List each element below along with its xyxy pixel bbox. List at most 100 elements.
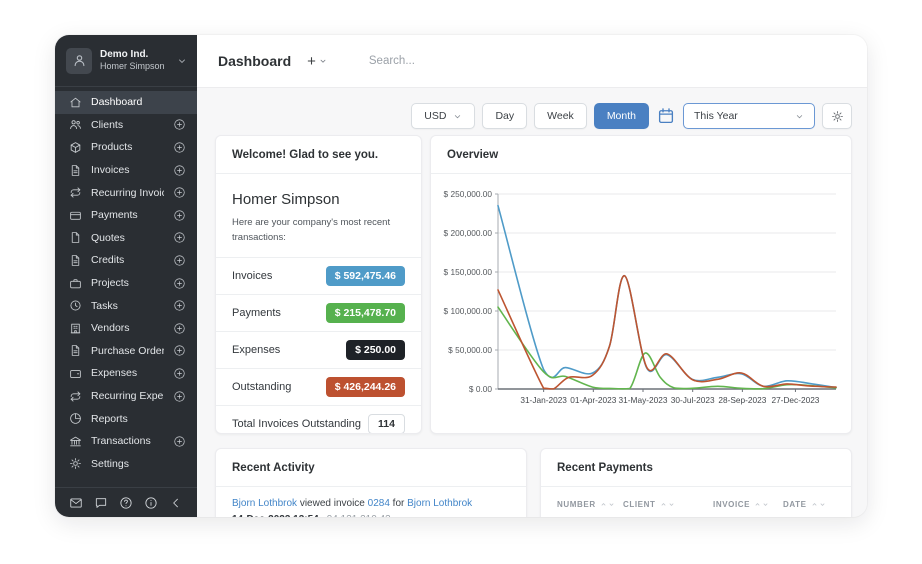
date-range-select[interactable]: This Year (683, 103, 815, 129)
date-range-value: This Year (694, 110, 738, 122)
plus-circle-icon[interactable] (173, 435, 186, 448)
currency-select[interactable]: USD (411, 103, 475, 129)
sidebar-item-label: Recurring Invoices (91, 187, 164, 199)
period-month-button[interactable]: Month (594, 103, 649, 129)
sidebar-item-products[interactable]: Products (55, 136, 197, 159)
metric-value-badge: $ 215,478.70 (326, 303, 405, 323)
total-invoices-outstanding-label: Total Invoices Outstanding (232, 418, 361, 430)
sidebar-item-clients[interactable]: Clients (55, 114, 197, 137)
plus-circle-icon[interactable] (173, 118, 186, 131)
calendar-icon[interactable] (656, 107, 676, 125)
outstanding-metric-row: Outstanding $ 426,244.26 (216, 368, 421, 405)
sidebar-item-invoices[interactable]: Invoices (55, 159, 197, 182)
info-icon[interactable] (144, 496, 158, 510)
chevron-down-icon (177, 56, 187, 66)
sidebar-item-dashboard[interactable]: Dashboard (55, 91, 197, 114)
sort-icons[interactable] (600, 501, 615, 508)
collapse-sidebar-icon[interactable] (169, 496, 183, 510)
overview-chart: $ 250,000.00$ 200,000.00$ 150,000.00$ 10… (431, 174, 851, 422)
plus-circle-icon[interactable] (173, 277, 186, 290)
chat-icon[interactable] (94, 496, 108, 510)
sort-icons[interactable] (660, 501, 675, 508)
sidebar-item-label: Tasks (91, 300, 164, 312)
metric-label: Outstanding (232, 381, 291, 393)
column-header-invoice[interactable]: INVOICE (713, 500, 783, 509)
sidebar-item-label: Vendors (91, 322, 164, 334)
activity-plain-text: for (390, 498, 407, 509)
sidebar-item-payments[interactable]: Payments (55, 204, 197, 227)
plus-circle-icon[interactable] (173, 390, 186, 403)
activity-link[interactable]: Bjorn Lothbrok (407, 498, 472, 509)
period-week-button[interactable]: Week (534, 103, 587, 129)
plus-circle-icon[interactable] (173, 164, 186, 177)
page: Demo Ind. Homer Simpson Dashboard Clients… (0, 0, 922, 564)
plus-circle-icon[interactable] (173, 367, 186, 380)
clock-icon (69, 299, 82, 312)
activity-link[interactable]: Bjorn Lothbrok (232, 498, 297, 509)
column-header-client[interactable]: CLIENT (623, 500, 713, 509)
column-header-number[interactable]: NUMBER (557, 500, 623, 509)
plus-circle-icon[interactable] (173, 254, 186, 267)
company-name: Demo Ind. (100, 48, 169, 61)
sidebar-item-recurring-invoices[interactable]: Recurring Invoices (55, 181, 197, 204)
total-invoices-outstanding-row: Total Invoices Outstanding 114 (216, 405, 421, 434)
sidebar-item-expenses[interactable]: Expenses (55, 362, 197, 385)
metric-label: Payments (232, 307, 281, 319)
svg-text:$ 50,000.00: $ 50,000.00 (448, 345, 492, 355)
user-name: Homer Simpson (100, 61, 169, 73)
sidebar-item-reports[interactable]: Reports (55, 407, 197, 430)
plus-circle-icon[interactable] (173, 299, 186, 312)
sidebar-item-quotes[interactable]: Quotes (55, 227, 197, 250)
sidebar-item-label: Settings (91, 458, 186, 470)
sort-icons[interactable] (754, 501, 769, 508)
sidebar-item-label: Payments (91, 209, 164, 221)
welcome-metrics: Invoices$ 592,475.46 Payments $ 215,478.70… (216, 257, 421, 405)
file-text-icon (69, 254, 82, 267)
sidebar-menu: Dashboard Clients Products Invoices Recurrin… (55, 87, 197, 487)
total-invoices-outstanding-value: 114 (368, 414, 405, 434)
plus-circle-icon[interactable] (173, 322, 186, 335)
cards-row-2: Recent Activity Bjorn Lothbrok viewed in… (215, 448, 852, 517)
envelope-icon[interactable] (69, 496, 83, 510)
dashboard-content: USD Day Week Month This Year Welcome! Glad t… (197, 88, 867, 517)
sidebar-item-projects[interactable]: Projects (55, 272, 197, 295)
recent-payments-card: Recent Payments NUMBERCLIENTINVOICEDATE (540, 448, 852, 517)
plus-circle-icon[interactable] (173, 209, 186, 222)
column-header-date[interactable]: DATE (783, 500, 826, 509)
svg-text:$ 200,000.00: $ 200,000.00 (444, 228, 493, 238)
metric-value-badge: $ 426,244.26 (326, 377, 405, 397)
activity-date: 14-Dec-2023 13:54 (232, 514, 319, 517)
period-day-button[interactable]: Day (482, 103, 527, 129)
welcome-subtitle: Here are your company's most recent tran… (232, 216, 405, 245)
sidebar-item-settings[interactable]: Settings (55, 453, 197, 476)
sidebar-item-tasks[interactable]: Tasks (55, 294, 197, 317)
sidebar-item-vendors[interactable]: Vendors (55, 317, 197, 340)
help-icon[interactable] (119, 496, 133, 510)
sort-icons[interactable] (811, 501, 826, 508)
company-avatar (66, 48, 92, 74)
sidebar-item-credits[interactable]: Credits (55, 249, 197, 272)
activity-link[interactable]: 0284 (368, 498, 390, 509)
sidebar-item-recurring-expenses[interactable]: Recurring Expenses (55, 385, 197, 408)
svg-text:27-Dec-2023: 27-Dec-2023 (771, 395, 819, 405)
briefcase-icon (69, 277, 82, 290)
sidebar: Demo Ind. Homer Simpson Dashboard Clients… (55, 35, 197, 517)
add-button[interactable]: + (307, 53, 327, 70)
company-switcher[interactable]: Demo Ind. Homer Simpson (55, 35, 197, 87)
dashboard-settings-button[interactable] (822, 103, 852, 129)
file-text-icon (69, 164, 82, 177)
metric-value-badge: $ 592,475.46 (326, 266, 405, 286)
sidebar-item-label: Products (91, 141, 164, 153)
sidebar-item-purchase-orders[interactable]: Purchase Orders (55, 340, 197, 363)
recent-activity-list: Bjorn Lothbrok viewed invoice 0284 for B… (216, 487, 526, 517)
sidebar-item-transactions[interactable]: Transactions (55, 430, 197, 453)
sidebar-item-label: Clients (91, 119, 164, 131)
plus-circle-icon[interactable] (173, 141, 186, 154)
invoices-metric-row: Invoices$ 592,475.46 (216, 257, 421, 294)
search-input[interactable] (369, 55, 589, 67)
cards-row-1: Welcome! Glad to see you. Homer Simpson … (215, 135, 852, 434)
plus-circle-icon[interactable] (173, 344, 186, 357)
plus-circle-icon[interactable] (173, 231, 186, 244)
plus-circle-icon[interactable] (173, 186, 186, 199)
sidebar-item-label: Quotes (91, 232, 164, 244)
